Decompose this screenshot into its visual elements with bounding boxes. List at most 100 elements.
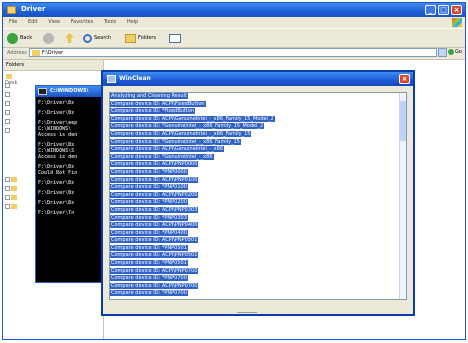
back-label: Back — [20, 35, 33, 41]
result-line: Analyzing and Cleaning Result — [110, 93, 406, 101]
forward-button[interactable] — [43, 32, 54, 44]
result-line: Compare device ID: *GenuineIntel_-_x86_F… — [110, 138, 406, 147]
winclean-titlebar[interactable]: WinClean × — [103, 72, 413, 86]
folders-label: Folders — [138, 35, 157, 41]
expand-icon[interactable] — [5, 177, 10, 182]
expand-icon[interactable] — [5, 195, 10, 200]
result-line: Compare device ID: *GenuineIntel_-_x86 — [110, 153, 406, 162]
result-line-text: Compare device ID: ACPI\PNP0100 — [110, 176, 199, 183]
result-line-text: Compare device ID: *FixedButton — [110, 108, 196, 115]
result-line: Compare device ID: ACPI\PNP0200 — [110, 191, 406, 200]
winclean-app-icon — [107, 75, 116, 83]
winclean-title: WinClean — [119, 75, 151, 82]
winclean-dialog: WinClean × Analyzing and Cleaning Result… — [101, 70, 415, 316]
close-button[interactable]: × — [451, 5, 462, 15]
result-line: Compare device ID: *GenuineIntel_-_x86_F… — [110, 123, 406, 131]
views-button[interactable] — [169, 32, 181, 44]
scroll-thumb[interactable] — [400, 101, 406, 141]
result-line: Compare device ID: *PNP0200 — [110, 199, 406, 207]
close-button[interactable]: × — [399, 74, 410, 84]
folder-icon — [11, 186, 17, 191]
menu-view[interactable]: View — [48, 19, 60, 25]
tree-item[interactable] — [5, 92, 17, 101]
result-line-text: Compare device ID: *PNP0700 — [110, 290, 188, 297]
result-line: Compare device ID: ACPI\PNP0400 — [110, 222, 406, 230]
result-line-text: Compare device ID: *PNP0700 — [110, 275, 188, 282]
folder-icon — [11, 177, 17, 182]
menu-edit[interactable]: Edit — [28, 19, 38, 25]
folder-icon — [32, 50, 40, 56]
cmd-title: C:\WINDOWS\ — [50, 88, 89, 94]
windows-logo-icon — [452, 18, 462, 27]
search-icon — [83, 33, 92, 43]
result-line-text: Compare device ID: ACPI\PNP0303 — [110, 206, 199, 213]
console-icon — [38, 88, 47, 95]
folder-tree: Desk — [5, 74, 17, 213]
result-lines: Analyzing and Cleaning Result Compare dev… — [110, 93, 406, 298]
views-icon — [169, 33, 181, 43]
result-line-text: Compare device ID: *GenuineIntel_-_x86 — [110, 153, 214, 160]
result-line-text: Compare device ID: ACPI\PNP0000 — [110, 161, 199, 168]
tree-item[interactable] — [5, 195, 17, 204]
vertical-scrollbar[interactable] — [399, 93, 406, 299]
result-line-text: Compare device ID: *GenuineIntel_-_x86_F… — [110, 123, 265, 130]
search-button[interactable]: Search — [83, 32, 111, 44]
expand-icon[interactable] — [5, 92, 10, 97]
result-line: Compare device ID: ACPI\PNP0303 — [110, 206, 406, 215]
result-line-text: Compare device ID: *PNP0200 — [110, 199, 188, 206]
result-line: Compare device ID: *PNP0000 — [110, 168, 406, 177]
result-line-text: Compare device ID: ACPI\GenuineIntel_-_x… — [110, 130, 252, 137]
expand-icon[interactable] — [5, 186, 10, 191]
address-input[interactable]: F:\Driver — [29, 48, 437, 57]
tree-item[interactable] — [5, 110, 17, 119]
explorer-titlebar[interactable]: Driver _ □ × — [3, 3, 465, 17]
result-line-text: Compare device ID: ACPI\PNP0700 — [110, 267, 199, 274]
desktop-icon — [6, 74, 12, 79]
folder-icon — [7, 6, 16, 14]
result-line-text: Compare device ID: *PNP0501 — [110, 244, 188, 251]
result-line: Compare device ID: ACPI\PNP0501 — [110, 237, 406, 245]
result-line: Compare device ID: *FixedButton — [110, 108, 406, 116]
expand-icon[interactable] — [5, 128, 10, 133]
expand-icon[interactable] — [5, 119, 10, 124]
expand-icon[interactable] — [5, 83, 10, 88]
maximize-button[interactable]: □ — [438, 5, 449, 15]
result-line: Compare device ID: ACPI\PNP0000 — [110, 161, 406, 169]
ok-button[interactable] — [237, 305, 257, 313]
expand-icon[interactable] — [5, 110, 10, 115]
result-line: Compare device ID: ACPI\FixedButton — [110, 100, 406, 109]
up-folder-icon — [65, 33, 74, 43]
expand-icon[interactable] — [5, 204, 10, 209]
tree-item[interactable] — [5, 119, 17, 128]
explorer-title: Driver — [21, 5, 46, 13]
result-line: Compare device ID: ACPI\GenuineIntel_-_x… — [110, 130, 406, 139]
tree-item[interactable] — [5, 177, 17, 186]
tree-item[interactable] — [5, 128, 17, 137]
folder-icon — [11, 195, 17, 200]
minimize-button[interactable]: _ — [425, 5, 436, 15]
go-arrow-icon — [448, 48, 454, 55]
result-line: Compare device ID: ACPI\PNP0700 — [110, 267, 406, 276]
menu-bar: File Edit View Favorites Tools Help — [3, 18, 465, 27]
menu-help[interactable]: Help — [127, 19, 138, 25]
go-button[interactable]: Go — [448, 48, 463, 57]
address-dropdown-button[interactable] — [438, 48, 447, 57]
go-label: Go — [455, 49, 462, 55]
result-line-text: Compare device ID: *PNP0400 — [110, 229, 188, 236]
menu-file[interactable]: File — [9, 19, 17, 25]
folders-icon — [125, 33, 136, 43]
address-label: Address — [7, 50, 27, 56]
folders-button[interactable]: Folders — [125, 32, 156, 44]
result-line-text: Compare device ID: ACPI\FixedButton — [110, 100, 206, 107]
menu-tools[interactable]: Tools — [104, 19, 116, 25]
tree-item[interactable] — [5, 186, 17, 195]
tree-item-desktop[interactable]: Desk — [5, 74, 17, 86]
result-line-text: Compare device ID: *GenuineIntel_-_x86_F… — [110, 138, 241, 145]
menu-favorites[interactable]: Favorites — [71, 19, 94, 25]
result-list[interactable]: Analyzing and Cleaning Result Compare dev… — [109, 92, 407, 300]
back-button[interactable]: Back — [7, 32, 32, 44]
expand-icon[interactable] — [5, 101, 10, 106]
tree-item[interactable] — [5, 101, 17, 110]
tree-item[interactable] — [5, 204, 17, 213]
up-folder-button[interactable] — [65, 32, 74, 44]
